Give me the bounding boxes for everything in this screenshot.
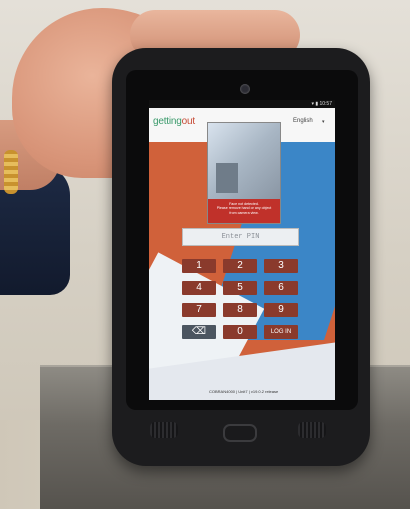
camera-preview: Face not detected. Please remove hand or… xyxy=(207,122,281,224)
key-7[interactable]: 7 xyxy=(182,303,216,317)
backspace-icon[interactable]: ⌫ xyxy=(182,325,216,339)
key-4[interactable]: 4 xyxy=(182,281,216,295)
language-select[interactable]: English xyxy=(293,118,313,124)
photo-scene: ▾ ▮ 10:57 gettingout English ▾ Face not … xyxy=(0,0,410,509)
speaker-left xyxy=(150,422,178,438)
app-logo: gettingout xyxy=(153,116,195,127)
status-bar: ▾ ▮ 10:57 xyxy=(149,100,335,108)
logo-text-out: out xyxy=(181,116,196,127)
face-warning-line: from camera view. xyxy=(229,210,259,215)
face-warning: Face not detected. Please remove hand or… xyxy=(208,199,280,223)
key-9[interactable]: 9 xyxy=(264,303,298,317)
speaker-right xyxy=(298,422,326,438)
bracelet xyxy=(4,150,18,194)
footer-text: COBRAN4000 | Unit7 | v19.0.2 release xyxy=(209,389,279,394)
tablet-screen: ▾ ▮ 10:57 gettingout English ▾ Face not … xyxy=(149,100,335,400)
pin-input[interactable]: Enter PIN xyxy=(182,228,299,246)
camera-feed-object xyxy=(216,163,238,193)
login-button[interactable]: LOG IN xyxy=(264,325,298,339)
key-8[interactable]: 8 xyxy=(223,303,257,317)
key-1[interactable]: 1 xyxy=(182,259,216,273)
front-camera-icon xyxy=(240,84,250,94)
key-5[interactable]: 5 xyxy=(223,281,257,295)
key-6[interactable]: 6 xyxy=(264,281,298,295)
chevron-down-icon[interactable]: ▾ xyxy=(322,119,325,125)
key-2[interactable]: 2 xyxy=(223,259,257,273)
key-0[interactable]: 0 xyxy=(223,325,257,339)
key-3[interactable]: 3 xyxy=(264,259,298,273)
home-button[interactable] xyxy=(223,424,257,442)
logo-text-getting: getting xyxy=(153,116,182,127)
